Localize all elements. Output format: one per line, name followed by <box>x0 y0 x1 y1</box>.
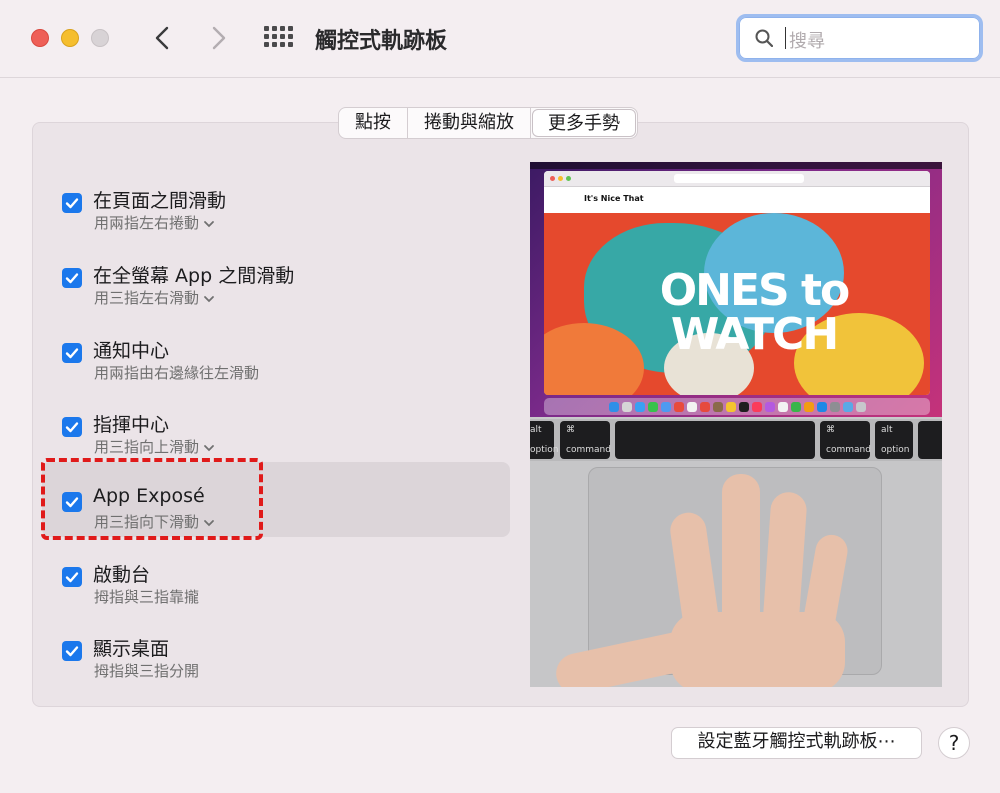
chevron-down-icon <box>204 295 214 302</box>
option-launchpad: 啟動台 拇指與三指靠攏 <box>60 562 510 637</box>
gesture-label: 拇指與三指分開 <box>94 662 200 680</box>
chevron-left-icon <box>155 26 169 50</box>
option-title: 在全螢幕 App 之間滑動 <box>93 265 295 287</box>
gesture-label: 用兩指左右捲動 <box>94 214 200 232</box>
gesture-popup[interactable]: 用三指向上滑動 <box>94 436 215 457</box>
option-show-desktop: 顯示桌面 拇指與三指分開 <box>60 636 510 711</box>
close-window-button[interactable] <box>31 29 49 47</box>
preview-dock <box>544 398 930 415</box>
checkbox[interactable] <box>62 268 82 288</box>
checkmark-icon <box>65 273 79 284</box>
option-swipe-between-fullscreen-apps: 在全螢幕 App 之間滑動 用三指左右滑動 <box>60 263 510 338</box>
tab-point-click[interactable]: 點按 <box>339 108 408 138</box>
minimize-window-button[interactable] <box>61 29 79 47</box>
preview-keyboard: alt option ⌘ command ⌘ command alt option <box>530 419 942 461</box>
gesture-popup[interactable]: 用三指左右滑動 <box>94 287 215 308</box>
gesture-label: 用三指左右滑動 <box>94 289 200 307</box>
checkbox[interactable] <box>62 417 82 437</box>
window-title: 觸控式軌跡板 <box>315 29 448 54</box>
gesture-label: 用三指向上滑動 <box>94 438 200 456</box>
title-bar: 觸控式軌跡板 搜尋 <box>0 0 1000 78</box>
help-button[interactable]: ? <box>938 727 970 759</box>
option-title: 在頁面之間滑動 <box>93 190 227 212</box>
text-caret <box>785 27 786 49</box>
show-all-grid-icon[interactable] <box>264 26 294 50</box>
option-title: 顯示桌面 <box>93 638 170 660</box>
gesture-label: 用兩指由右邊緣往左滑動 <box>94 364 260 382</box>
preview-browser-window: It's Nice That ONES to WATCH <box>544 171 930 395</box>
search-placeholder: 搜尋 <box>789 31 825 52</box>
option-title: 通知中心 <box>93 340 170 362</box>
preview-headline: ONES to WATCH <box>659 265 851 360</box>
search-icon <box>755 29 773 47</box>
option-swipe-between-pages: 在頁面之間滑動 用兩指左右捲動 <box>60 188 510 263</box>
highlight-annotation <box>41 458 263 540</box>
checkbox[interactable] <box>62 343 82 363</box>
preview-site-logo: It's Nice That <box>584 194 644 203</box>
checkmark-icon <box>65 646 79 657</box>
tab-more-gestures[interactable]: 更多手勢 <box>532 109 636 137</box>
preview-artwork: ONES to WATCH <box>544 213 930 395</box>
tab-scroll-zoom[interactable]: 捲動與縮放 <box>408 108 531 138</box>
zoom-window-button[interactable] <box>91 29 109 47</box>
option-notification-center: 通知中心 用兩指由右邊緣往左滑動 <box>60 338 510 413</box>
checkmark-icon <box>65 572 79 583</box>
preview-screen: It's Nice That ONES to WATCH <box>530 162 942 417</box>
chevron-down-icon <box>204 444 214 451</box>
checkbox[interactable] <box>62 567 82 587</box>
gesture-popup[interactable]: 用兩指左右捲動 <box>94 212 215 233</box>
tab-bar: 點按 捲動與縮放 更多手勢 <box>338 107 638 139</box>
checkmark-icon <box>65 422 79 433</box>
gesture-preview-video: It's Nice That ONES to WATCH alt option ⌘… <box>530 162 942 687</box>
checkmark-icon <box>65 348 79 359</box>
option-title: 啟動台 <box>93 564 151 586</box>
preview-hand <box>552 462 900 687</box>
forward-button[interactable] <box>203 22 233 54</box>
gesture-label: 拇指與三指靠攏 <box>94 588 200 606</box>
checkbox[interactable] <box>62 193 82 213</box>
checkmark-icon <box>65 198 79 209</box>
chevron-down-icon <box>204 220 214 227</box>
back-button[interactable] <box>148 22 178 54</box>
option-title: 指揮中心 <box>93 414 170 436</box>
checkbox[interactable] <box>62 641 82 661</box>
search-field[interactable]: 搜尋 <box>736 14 983 62</box>
setup-bluetooth-trackpad-button[interactable]: 設定藍牙觸控式軌跡板⋯ <box>671 727 922 759</box>
chevron-right-icon <box>212 26 226 50</box>
